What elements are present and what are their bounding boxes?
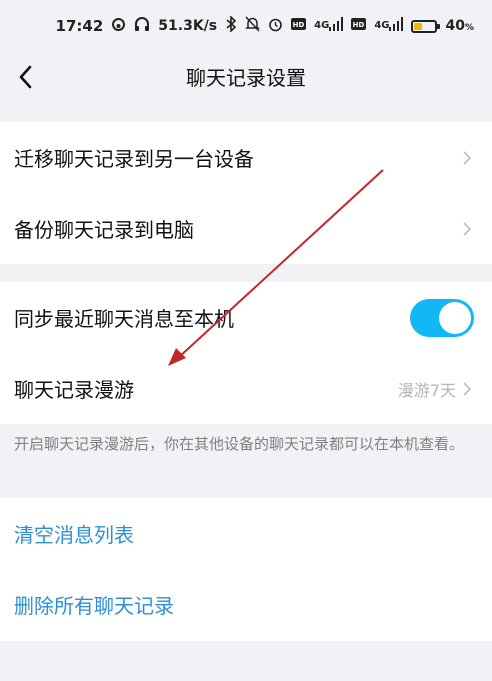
backup-to-pc-row[interactable]: 备份聊天记录到电脑 [0, 193, 492, 264]
network-type-2: 4G [374, 20, 390, 31]
hd-icon: HD [291, 18, 307, 34]
signal-icon: 4G [314, 17, 344, 35]
settings-group-clear: 清空消息列表 删除所有聊天记录 [0, 498, 492, 641]
svg-text:HD: HD [353, 21, 365, 29]
chevron-right-icon [463, 150, 472, 165]
sync-recent-messages-row: 同步最近聊天消息至本机 [0, 282, 492, 353]
bluetooth-icon [225, 15, 237, 36]
mute-icon [245, 16, 260, 36]
status-time: 17:42 [55, 17, 104, 35]
network-type-1: 4G [314, 20, 330, 31]
roaming-description: 开启聊天记录漫游后，你在其他设备的聊天记录都可以在本机查看。 [14, 435, 465, 453]
sync-icon [111, 17, 126, 36]
headset-icon [134, 16, 150, 36]
signal-icon: 4G [374, 17, 404, 35]
migrate-chat-history-label: 迁移聊天记录到另一台设备 [14, 147, 254, 171]
nav-header: 聊天记录设置 [0, 52, 492, 102]
chevron-right-icon [463, 221, 472, 236]
sync-toggle[interactable] [410, 298, 474, 337]
settings-group-sync: 同步最近聊天消息至本机 聊天记录漫游 漫游7天 [0, 282, 492, 424]
battery-percent: 40 [445, 18, 465, 34]
hd-icon: HD [351, 18, 367, 34]
svg-text:HD: HD [293, 21, 305, 29]
delete-all-chat-history-row[interactable]: 删除所有聊天记录 [0, 569, 492, 640]
delete-all-chat-history-label: 删除所有聊天记录 [14, 594, 174, 618]
migrate-chat-history-row[interactable]: 迁移聊天记录到另一台设备 [0, 122, 492, 193]
net-speed: 51.3K/s [158, 18, 218, 34]
clear-message-list-label: 清空消息列表 [14, 523, 134, 547]
toggle-knob [439, 301, 471, 334]
page-title: 聊天记录设置 [186, 66, 306, 90]
chat-roaming-row[interactable]: 聊天记录漫游 漫游7天 [0, 353, 492, 424]
chevron-right-icon [463, 381, 472, 396]
sync-recent-messages-label: 同步最近聊天消息至本机 [14, 307, 234, 331]
backup-to-pc-label: 备份聊天记录到电脑 [14, 218, 194, 242]
battery-icon [411, 19, 441, 33]
clear-message-list-row[interactable]: 清空消息列表 [0, 498, 492, 569]
settings-group-transfer: 迁移聊天记录到另一台设备 备份聊天记录到电脑 [0, 122, 492, 264]
chat-roaming-value: 漫游7天 [397, 380, 456, 400]
alarm-icon [268, 17, 283, 36]
status-bar: 17:42 51.3K/s HD 4G HD 4G 40% [55, 15, 474, 36]
chat-roaming-label: 聊天记录漫游 [14, 378, 134, 402]
